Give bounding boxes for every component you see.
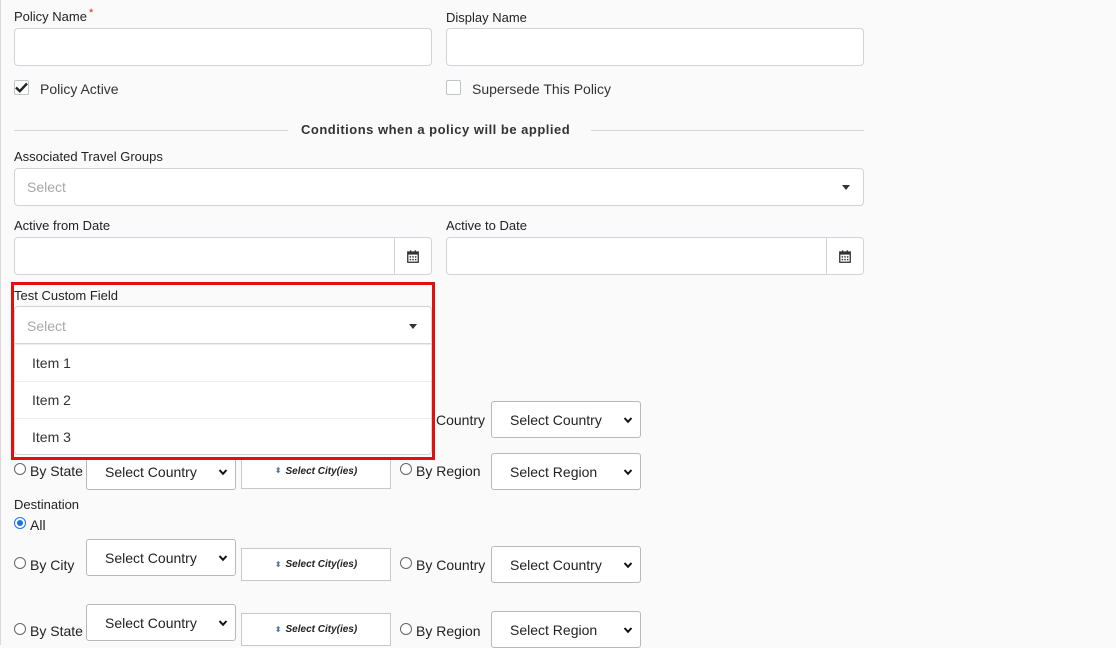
travel-groups-label: Associated Travel Groups bbox=[14, 149, 163, 164]
origin-state-country-value: Select Country bbox=[105, 463, 197, 480]
destination-by-city-label: By City bbox=[30, 557, 75, 573]
required-marker: * bbox=[88, 7, 94, 19]
policy-name-label-text: Policy Name bbox=[14, 9, 87, 24]
destination-city-country-value: Select Country bbox=[105, 549, 197, 566]
destination-city-cities-select[interactable]: ⬍ Select City(ies) bbox=[241, 548, 391, 581]
destination-by-region-label: By Region bbox=[416, 623, 481, 639]
destination-city-cities-text: Select City(ies) bbox=[285, 559, 358, 570]
origin-by-state-label: By State bbox=[30, 463, 83, 479]
display-name-input[interactable] bbox=[446, 28, 864, 66]
destination-all-label: All bbox=[30, 517, 46, 533]
policy-active-checkbox[interactable] bbox=[14, 80, 29, 95]
calendar-icon bbox=[839, 249, 851, 263]
active-to-label: Active to Date bbox=[446, 218, 527, 233]
supersede-checkbox[interactable] bbox=[446, 80, 461, 95]
destination-by-region-radio[interactable] bbox=[400, 623, 412, 635]
destination-state-country-select[interactable]: Select Country bbox=[86, 604, 236, 641]
origin-by-country-label: Country bbox=[436, 412, 486, 428]
origin-region-select[interactable]: Select Region bbox=[491, 453, 641, 490]
destination-region-select[interactable]: Select Region bbox=[491, 611, 641, 648]
chevron-down-icon bbox=[218, 619, 228, 626]
destination-heading: Destination bbox=[14, 497, 80, 512]
divider-left bbox=[14, 130, 288, 131]
divider-right bbox=[591, 130, 864, 131]
destination-by-state-radio[interactable] bbox=[14, 623, 26, 635]
destination-state-cities-select[interactable]: ⬍ Select City(ies) bbox=[241, 613, 391, 646]
sort-icon: ⬍ bbox=[274, 559, 282, 569]
destination-by-state-label: By State bbox=[30, 623, 83, 639]
destination-region-value: Select Region bbox=[510, 621, 598, 638]
active-to-calendar-button[interactable] bbox=[826, 238, 863, 274]
destination-state-country-value: Select Country bbox=[105, 614, 197, 631]
origin-by-state-radio[interactable] bbox=[14, 463, 26, 475]
travel-groups-placeholder: Select bbox=[27, 179, 66, 195]
chevron-down-icon bbox=[623, 416, 633, 423]
chevron-down-icon bbox=[623, 561, 633, 568]
caret-down-icon bbox=[842, 185, 850, 190]
calendar-icon bbox=[407, 249, 419, 263]
destination-city-country-select[interactable]: Select Country bbox=[86, 539, 236, 576]
checkmark-icon bbox=[15, 82, 28, 93]
active-from-calendar-button[interactable] bbox=[394, 238, 431, 274]
destination-by-country-label: By Country bbox=[416, 557, 486, 573]
active-to-input[interactable] bbox=[446, 237, 864, 275]
policy-active-label: Policy Active bbox=[40, 81, 119, 97]
travel-groups-select[interactable]: Select bbox=[14, 168, 864, 206]
policy-name-input[interactable] bbox=[14, 28, 432, 66]
sort-icon: ⬍ bbox=[274, 466, 282, 475]
active-from-input[interactable] bbox=[14, 237, 432, 275]
chevron-down-icon bbox=[623, 626, 633, 633]
chevron-down-icon bbox=[623, 468, 633, 475]
conditions-heading: Conditions when a policy will be applied bbox=[301, 122, 571, 137]
destination-by-country-radio[interactable] bbox=[400, 557, 412, 569]
supersede-label: Supersede This Policy bbox=[472, 81, 612, 97]
destination-by-city-radio[interactable] bbox=[14, 557, 26, 569]
origin-country-select-value: Select Country bbox=[510, 411, 602, 428]
chevron-down-icon bbox=[218, 554, 228, 561]
active-from-label: Active from Date bbox=[14, 218, 111, 233]
highlight-box bbox=[11, 282, 435, 460]
origin-country-select[interactable]: Select Country bbox=[491, 401, 641, 438]
origin-by-region-radio[interactable] bbox=[400, 463, 412, 475]
destination-all-radio[interactable] bbox=[14, 517, 26, 529]
origin-region-value: Select Region bbox=[510, 463, 598, 480]
origin-state-cities-text: Select City(ies) bbox=[285, 465, 358, 477]
sort-icon: ⬍ bbox=[274, 624, 282, 634]
destination-state-cities-text: Select City(ies) bbox=[285, 624, 358, 635]
destination-country-select[interactable]: Select Country bbox=[491, 546, 641, 583]
chevron-down-icon bbox=[218, 468, 228, 475]
display-name-label: Display Name bbox=[446, 10, 527, 25]
left-border bbox=[0, 0, 1, 645]
origin-by-region-label: By Region bbox=[416, 463, 481, 479]
destination-country-value: Select Country bbox=[510, 556, 602, 573]
policy-name-label: Policy Name * bbox=[14, 7, 94, 24]
